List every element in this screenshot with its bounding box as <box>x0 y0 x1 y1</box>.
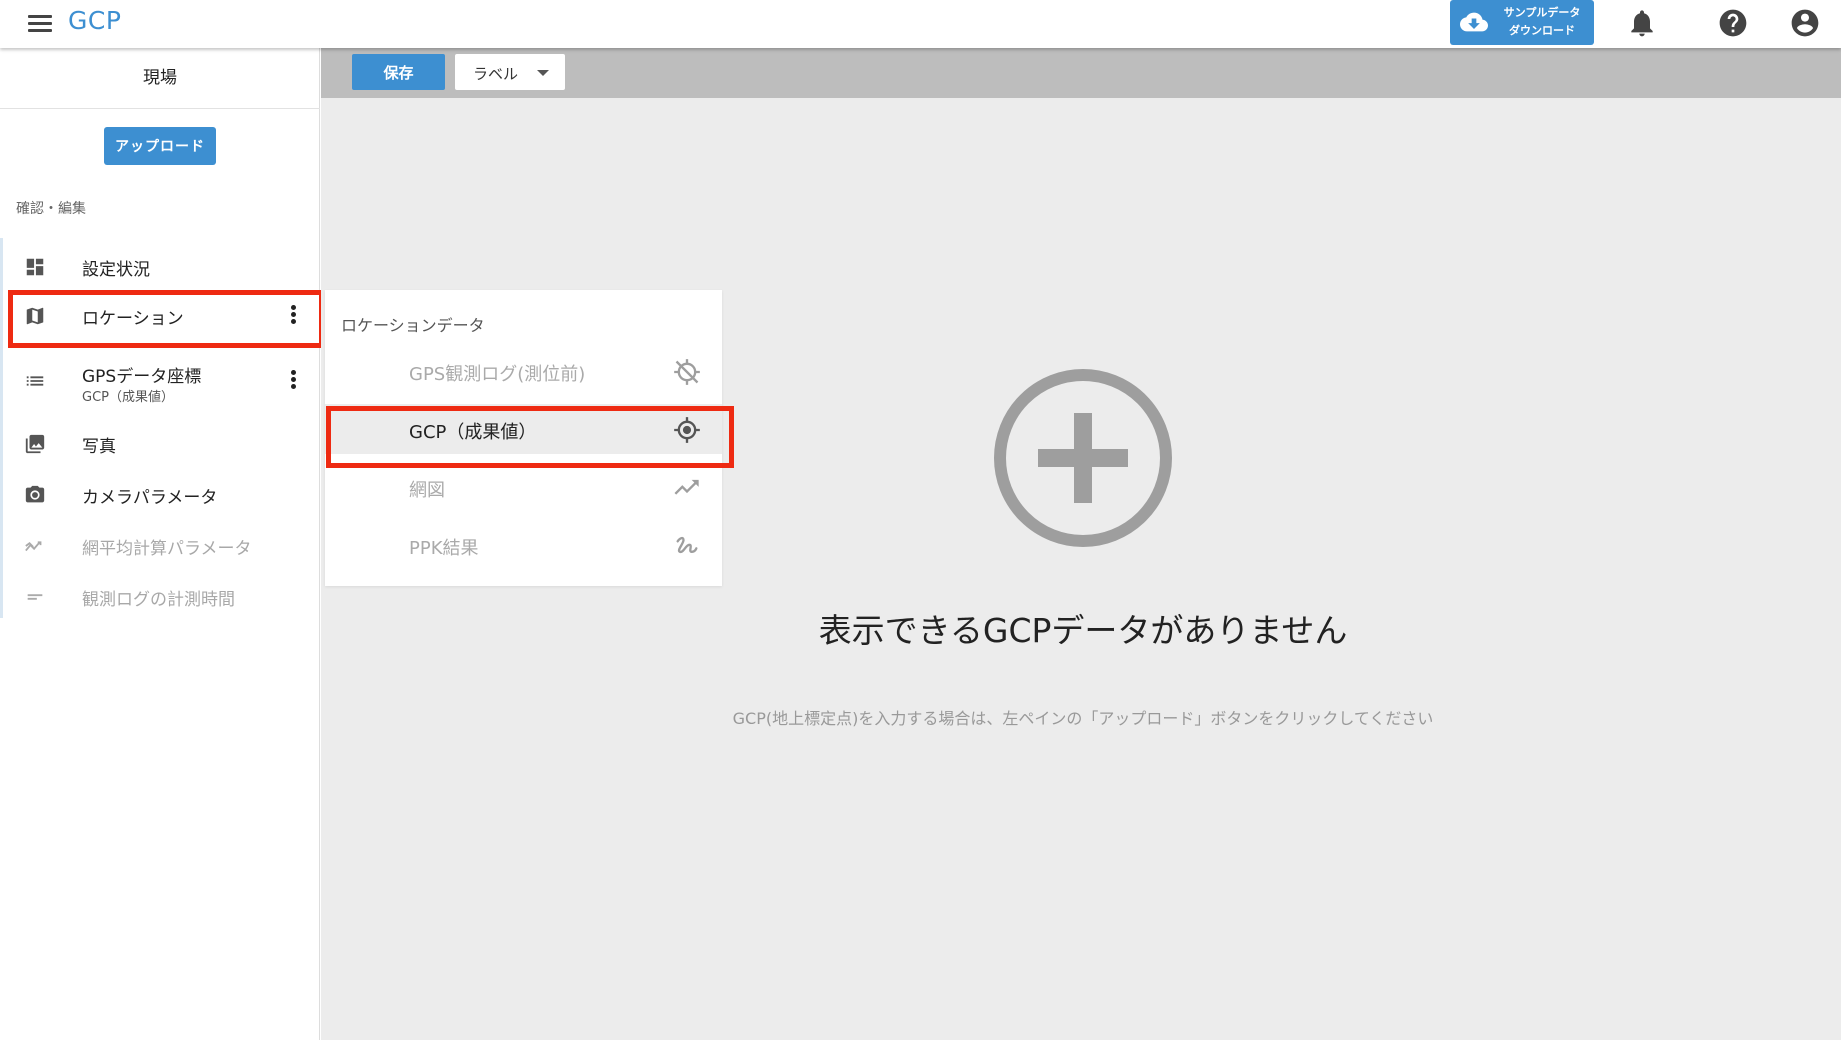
submenu-item-label: 網図 <box>409 480 445 501</box>
top-app-bar: GCP サンプルデータ ダウンロード <box>0 0 1841 48</box>
sidebar-item-label: 観測ログの計測時間 <box>82 590 235 610</box>
sidebar-item-label: 網平均計算パラメータ <box>82 539 252 559</box>
sidebar-item-network-adjustment-parameters: 網平均計算パラメータ <box>8 520 320 570</box>
sidebar-item-observation-log-time: 観測ログの計測時間 <box>8 571 320 621</box>
toolbar: 保存 ラベル <box>321 48 1841 98</box>
sidebar-item-label: ロケーション <box>82 309 184 329</box>
dashboard-icon <box>26 258 44 276</box>
sample-download-line2: ダウンロード <box>1509 24 1575 37</box>
empty-state-description: GCP(地上標定点)を入力する場合は、左ペインの「アップロード」ボタンをクリック… <box>732 709 1434 728</box>
submenu-item-gps-log[interactable]: GPS観測ログ(測位前) <box>325 346 722 396</box>
camera-icon <box>25 485 45 503</box>
account-icon[interactable] <box>1789 7 1821 39</box>
empty-state-title: 表示できるGCPデータがありません <box>818 611 1348 650</box>
sample-data-download-button[interactable]: サンプルデータ ダウンロード <box>1450 0 1594 45</box>
submenu-item-network-diagram[interactable]: 網図 <box>325 462 722 512</box>
more-vert-icon[interactable] <box>290 368 298 392</box>
photo-icon <box>25 434 45 454</box>
sidebar-item-photos[interactable]: 写真 <box>8 418 320 468</box>
sidebar-item-settings-status[interactable]: 設定状況 <box>8 241 320 291</box>
trending-icon <box>674 479 699 495</box>
sidebar-item-label: GPSデータ座標 <box>82 367 202 387</box>
map-icon <box>26 307 44 325</box>
menu-icon[interactable] <box>28 13 54 35</box>
submenu-item-label: GCP（成果値） <box>409 422 537 443</box>
sidebar-item-camera-parameters[interactable]: カメラパラメータ <box>8 469 320 519</box>
submenu-item-gcp[interactable]: GCP（成果値） <box>325 404 722 454</box>
site-title: 現場 <box>0 48 320 109</box>
bell-icon[interactable] <box>1626 7 1658 39</box>
sidebar-item-label: 設定状況 <box>82 260 150 280</box>
submenu-item-ppk-results[interactable]: PPK結果 <box>325 520 722 570</box>
gps-fixed-icon <box>674 417 700 443</box>
location-data-submenu: ロケーションデータ GPS観測ログ(測位前) GCP（成果値） 網図 PPK結果 <box>325 290 722 586</box>
gesture-icon <box>676 536 698 554</box>
sidebar: 現場 アップロード 確認・編集 設定状況 ロケーション GPSデータ座標 GCP… <box>0 48 320 1040</box>
sidebar-item-sublabel: GCP（成果値） <box>82 390 174 405</box>
label-select-value: ラベル <box>473 65 519 83</box>
upload-button[interactable]: アップロード <box>104 127 216 165</box>
section-label: 確認・編集 <box>16 201 86 217</box>
submenu-item-label: PPK結果 <box>409 538 479 559</box>
help-icon[interactable] <box>1717 7 1749 39</box>
submenu-heading: ロケーションデータ <box>341 316 485 335</box>
more-vert-icon[interactable] <box>290 303 298 327</box>
add-circle-icon[interactable] <box>993 368 1173 548</box>
sidebar-item-gps-data[interactable]: GPSデータ座標 GCP（成果値） <box>8 355 320 405</box>
submenu-item-label: GPS観測ログ(測位前) <box>409 364 586 385</box>
sample-data-download-label: サンプルデータ ダウンロード <box>1496 4 1588 40</box>
gps-off-icon <box>674 359 700 385</box>
chevron-down-icon <box>537 70 549 76</box>
sidebar-item-location[interactable]: ロケーション <box>8 290 320 340</box>
list-icon <box>26 376 44 386</box>
sidebar-item-label: 写真 <box>82 437 116 457</box>
app-title: GCP <box>68 6 122 35</box>
save-button[interactable]: 保存 <box>352 54 445 90</box>
sample-download-line1: サンプルデータ <box>1503 6 1581 19</box>
sidebar-item-label: カメラパラメータ <box>82 488 218 508</box>
sidebar-accent-line <box>0 238 3 618</box>
text-lines-icon <box>27 594 43 600</box>
trend-icon <box>25 541 42 552</box>
cloud-download-icon <box>1460 12 1488 32</box>
label-select[interactable]: ラベル <box>455 54 565 90</box>
